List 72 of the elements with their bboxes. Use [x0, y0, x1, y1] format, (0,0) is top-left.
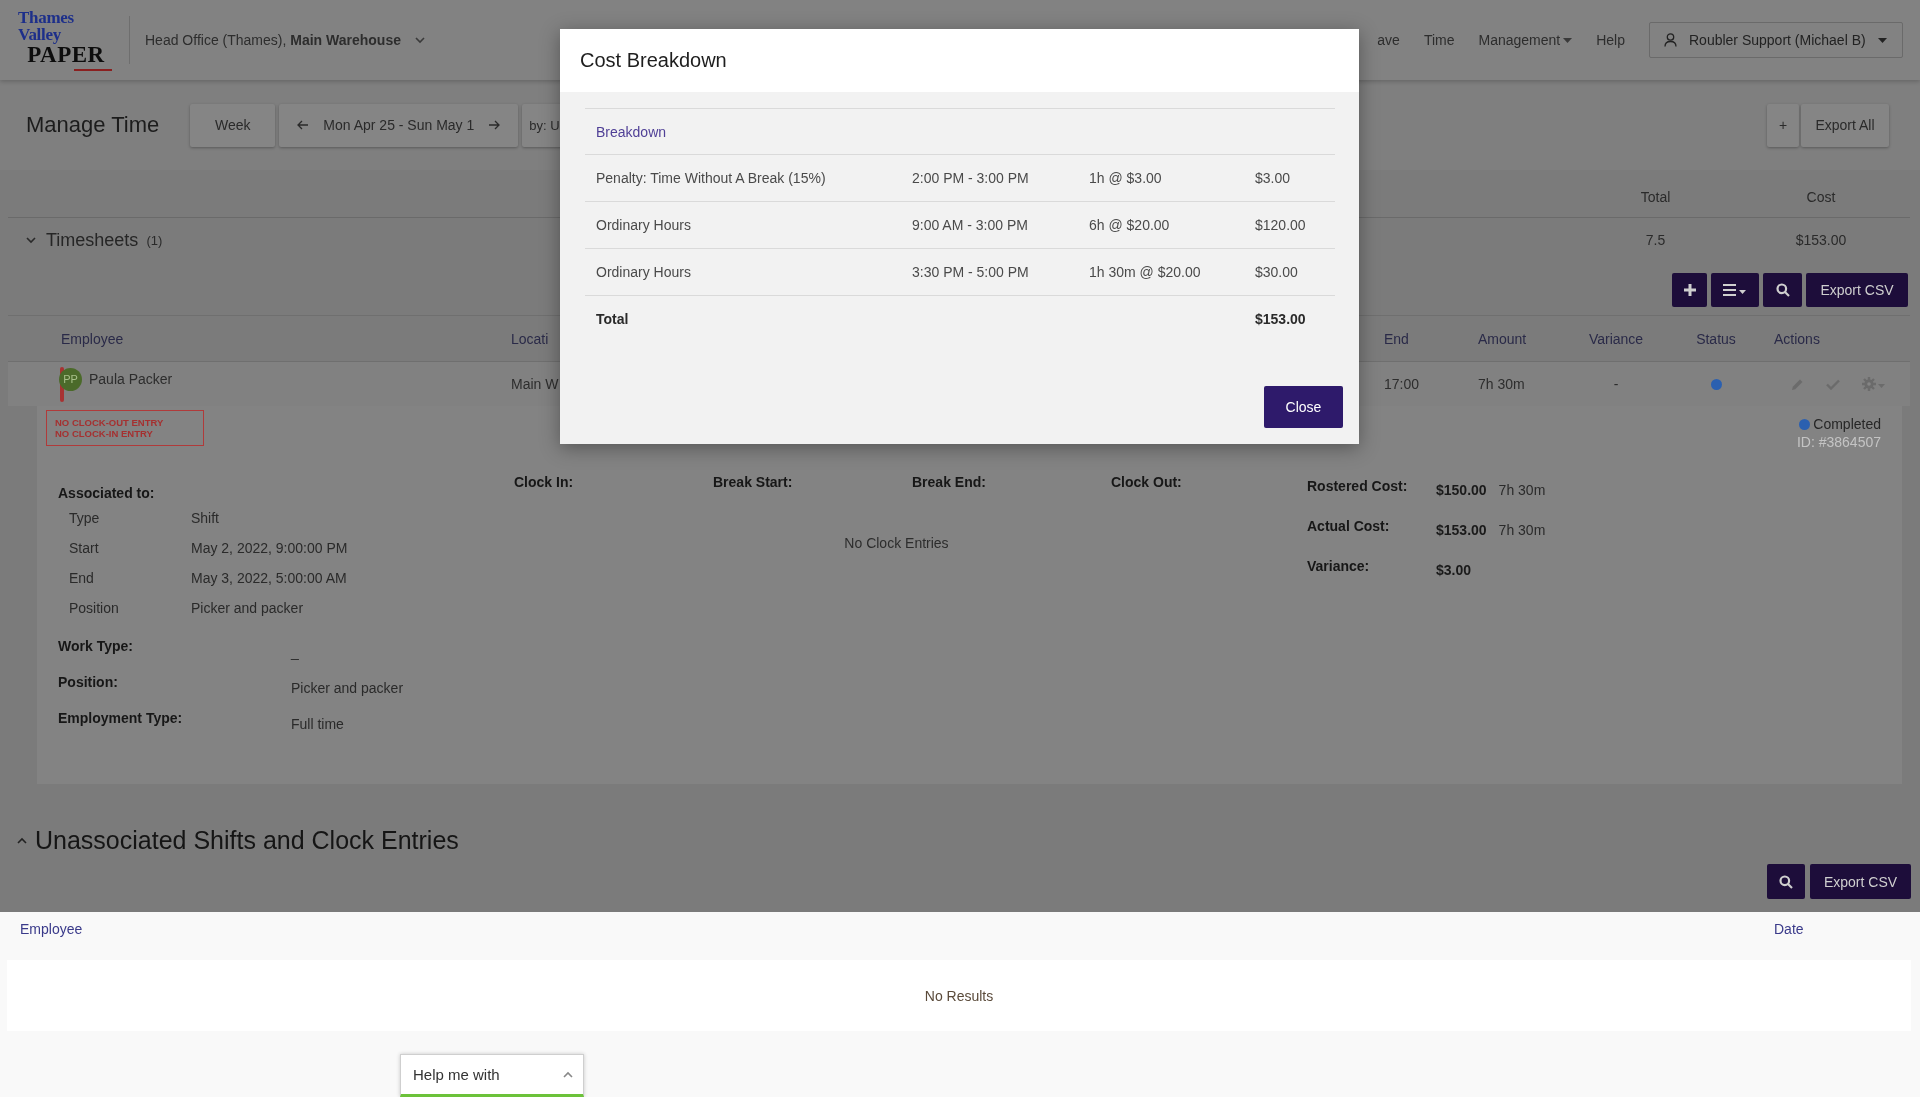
table-cell-text: 17:00 [1384, 376, 1421, 392]
column-header: Locati [511, 330, 550, 347]
field-value: Picker and packer [191, 599, 305, 618]
table-cell-text: $30.00 [1255, 264, 1299, 280]
field-value: Picker and packer [291, 679, 405, 696]
column-header: Actions [1774, 330, 1821, 347]
table-cell-text: 9:00 AM - 3:00 PM [912, 217, 1029, 233]
summary-value: $153.00 [1794, 232, 1848, 248]
column-header: Amount [1478, 330, 1528, 347]
column-header: End [1384, 330, 1410, 347]
table-cell-text: Penalty: Time Without A Break (15%) [596, 170, 827, 186]
field-value: May 3, 2022, 5:00:00 AM [191, 569, 348, 588]
field-label: End [69, 569, 95, 588]
table-cell-text: $3.00 [1255, 170, 1292, 186]
summary-value: 7.5 [1644, 232, 1667, 248]
table-cell: - [1613, 376, 1619, 392]
field-label: Type [69, 509, 101, 528]
record-id: ID: #3864507 [1796, 433, 1881, 451]
avatar: PP [59, 367, 82, 391]
cost-amount: $153.00 [1436, 521, 1487, 540]
table-cell-text: 7h 30m [1478, 376, 1526, 392]
column-header: Employee [61, 330, 125, 347]
field-value: _ [291, 643, 300, 660]
page-title: Manage Time [26, 112, 160, 138]
table-cell-text: 1h @ $3.00 [1089, 170, 1163, 186]
cost-hours: 7h 30m [1498, 481, 1546, 500]
table-cell-text: 6h @ $20.00 [1089, 217, 1171, 233]
column-header: Variance [1588, 330, 1644, 347]
column-header: Breakdown [596, 123, 668, 140]
cost-label: Variance: [1307, 557, 1371, 576]
field-value: Full time [291, 715, 345, 732]
logo: Thames Valley PAPER [18, 8, 114, 72]
empty-results: No Results [7, 960, 1911, 1031]
table-cell-text: Ordinary Hours [596, 217, 692, 233]
cost-amount: $3.00 [1436, 561, 1472, 580]
table-cell-text: 1h 30m @ $20.00 [1089, 264, 1202, 280]
total-label: Total [596, 311, 630, 327]
field-value: Shift [191, 509, 220, 528]
column-header: Employee [20, 920, 84, 939]
column-header: Date [1774, 920, 1805, 939]
cost-amount: $150.00 [1436, 481, 1487, 500]
empty-message: No Clock Entries [843, 534, 950, 553]
status-label: Completed [1813, 415, 1881, 433]
modal-title: Cost Breakdown [580, 49, 727, 72]
column-header: Break End: [912, 473, 987, 492]
table-cell-text: Main W [511, 376, 560, 392]
section-label: Associated to: [58, 484, 156, 503]
column-header: Break Start: [713, 473, 794, 492]
cost-hours: 7h 30m [1498, 521, 1546, 540]
employee-name: Paula Packer [89, 371, 173, 387]
column-header: Status [1696, 330, 1736, 347]
section-title: Timesheets [46, 229, 139, 251]
column-header: Total [1639, 188, 1672, 207]
field-label: Employment Type: [58, 710, 184, 726]
field-label: Position: [58, 674, 119, 690]
field-label: Start [69, 539, 100, 558]
table-cell-text: 2:00 PM - 3:00 PM [912, 170, 1030, 186]
total-amount: $153.00 [1255, 311, 1307, 327]
table-cell-text: $120.00 [1255, 217, 1307, 233]
column-header: Clock In: [514, 473, 575, 492]
field-label: Work Type: [58, 638, 134, 654]
table-cell-text: Ordinary Hours [596, 264, 692, 280]
field-value: May 2, 2022, 9:00:00 PM [191, 539, 349, 558]
table-cell-text: 3:30 PM - 5:00 PM [912, 264, 1030, 280]
field-label: Position [69, 599, 120, 618]
column-header: Cost [1805, 188, 1837, 207]
count-label: (1) [146, 232, 163, 248]
cost-label: Rostered Cost: [1307, 477, 1409, 496]
section-title: Unassociated Shifts and Clock Entries [35, 825, 459, 855]
warning-box: NO CLOCK-OUT ENTRY NO CLOCK-IN ENTRY [46, 410, 204, 446]
column-header: Clock Out: [1111, 473, 1183, 492]
cost-label: Actual Cost: [1307, 517, 1391, 536]
